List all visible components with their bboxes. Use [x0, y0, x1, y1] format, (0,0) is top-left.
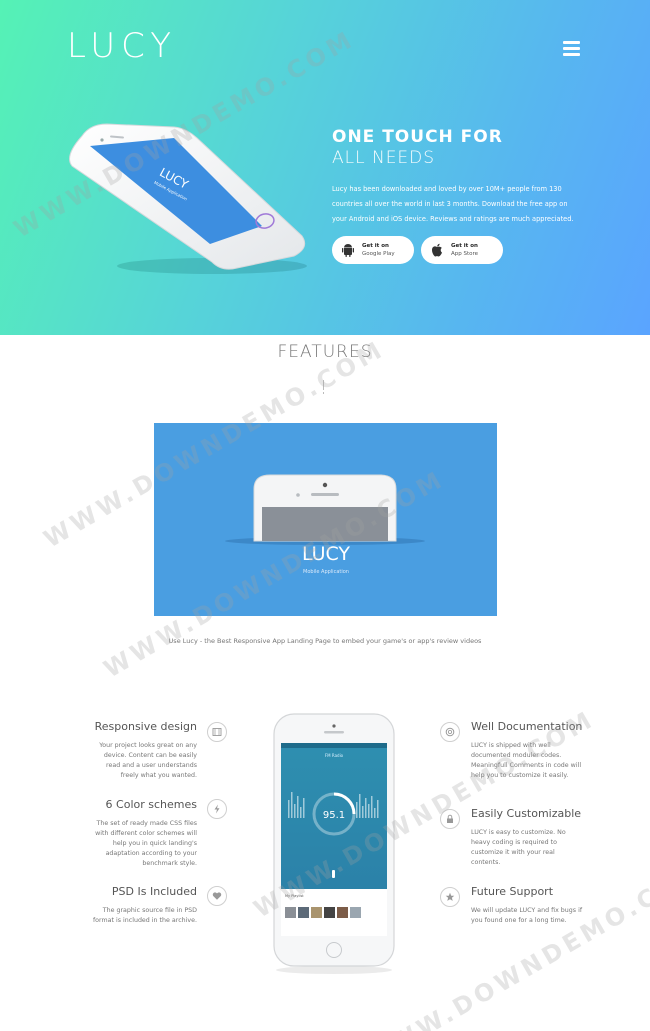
hero-title-line2: ALL NEEDS — [332, 148, 436, 168]
app-store-button[interactable]: Get it on App Store — [421, 236, 503, 264]
phone-app-value: 95.1 — [323, 810, 345, 821]
feature-video-player[interactable]: LUCY Mobile Application — [154, 423, 497, 616]
android-icon — [342, 244, 354, 257]
google-play-line1: Get it on — [362, 243, 389, 249]
hamburger-menu-icon[interactable] — [563, 41, 580, 56]
bolt-icon — [207, 799, 227, 819]
phone-app-header: FM Radio — [325, 753, 344, 758]
features-phone-image: FM Radio 95.1 My Playlist — [273, 713, 395, 974]
logo[interactable]: LUCY — [67, 26, 177, 66]
film-icon — [207, 722, 227, 742]
feature-title: Easily Customizable — [471, 807, 582, 820]
hero-section: LUCY LUCY Mobile Application ONE TOUCH F… — [0, 0, 650, 335]
feature-desc: We will update LUCY and fix bugs if you … — [471, 907, 583, 924]
hero-title-line1: ONE TOUCH FOR — [332, 127, 503, 147]
app-store-line1: Get it on — [451, 243, 478, 249]
watermark-text: WWW.DOWNDEMO.COM — [359, 854, 650, 1031]
feature-title: Future Support — [471, 885, 554, 898]
feature-desc: The set of ready made CSS files with dif… — [95, 820, 197, 867]
feature-title: Responsive design — [94, 720, 197, 733]
feature-responsive-design: Responsive design Your project looks gre… — [91, 720, 197, 781]
feature-easily-customizable: Easily Customizable LUCY is easy to cust… — [471, 807, 583, 868]
feature-title: PSD Is Included — [111, 885, 197, 898]
feature-desc: LUCY is easy to customize. No heavy codi… — [471, 829, 566, 866]
feature-title: Well Documentation — [471, 720, 583, 733]
feature-well-documentation: Well Documentation LUCY is shipped with … — [471, 720, 583, 781]
feature-future-support: Future Support We will update LUCY and f… — [471, 885, 583, 926]
lock-icon — [440, 809, 460, 829]
apple-icon — [432, 243, 442, 257]
phone-app-list-title: My Playlist — [285, 894, 304, 898]
video-title: LUCY — [302, 543, 350, 565]
video-caption: Use Lucy - the Best Responsive App Landi… — [168, 637, 482, 645]
hero-description: Lucy has been downloaded and loved by ov… — [332, 185, 574, 223]
heart-icon — [207, 886, 227, 906]
google-play-button[interactable]: Get it on Google Play — [332, 236, 414, 264]
video-subtitle: Mobile Application — [303, 569, 349, 575]
feature-desc: The graphic source file in PSD format is… — [92, 907, 197, 924]
features-heading: FEATURES — [277, 342, 373, 362]
star-icon — [440, 887, 460, 907]
lifebuoy-icon — [440, 722, 460, 742]
feature-psd-included: PSD Is Included The graphic source file … — [91, 885, 197, 926]
app-store-line2: App Store — [451, 251, 479, 257]
feature-desc: Your project looks great on any device. … — [99, 742, 197, 779]
feature-title: 6 Color schemes — [105, 798, 197, 811]
divider-mark — [323, 380, 324, 394]
hero-phone-image: LUCY Mobile Application — [69, 123, 307, 274]
feature-desc: LUCY is shipped with well documented mod… — [471, 742, 582, 779]
video-phone-illustration: LUCY Mobile Application — [225, 474, 425, 575]
feature-color-schemes: 6 Color schemes The set of ready made CS… — [91, 798, 197, 869]
google-play-line2: Google Play — [362, 251, 395, 257]
